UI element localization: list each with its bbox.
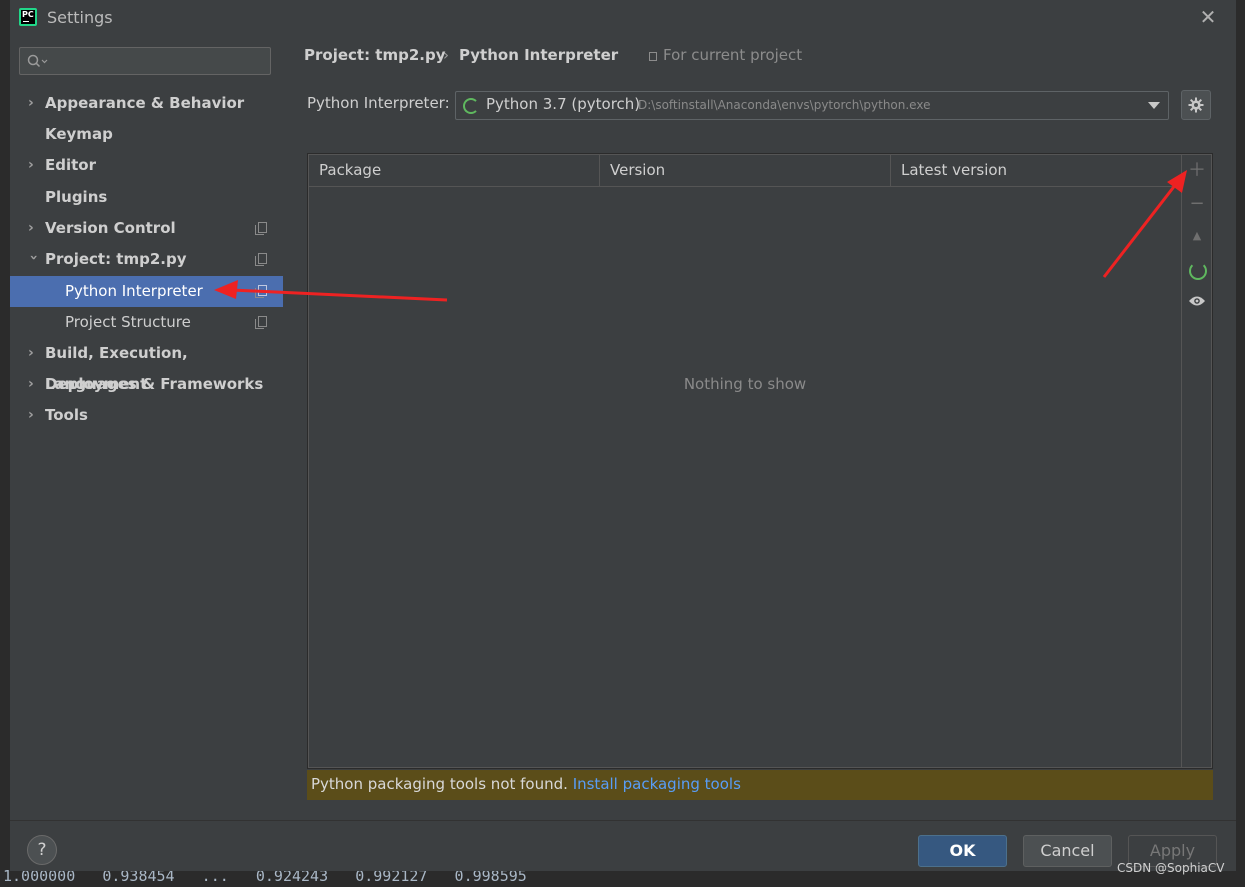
- refresh-spinner-icon[interactable]: [1189, 262, 1207, 280]
- project-scope-icon: [649, 52, 657, 61]
- sidebar-item-plugins[interactable]: Plugins: [10, 182, 283, 213]
- sidebar-item-keymap[interactable]: Keymap: [10, 119, 283, 150]
- search-icon: [27, 54, 48, 68]
- sidebar-item-project-structure[interactable]: Project Structure: [10, 307, 283, 338]
- sidebar-item-editor[interactable]: › Editor: [10, 150, 283, 181]
- warning-text: Python packaging tools not found. Instal…: [311, 775, 741, 793]
- window-title: Settings: [47, 8, 113, 27]
- sidebar-item-tools[interactable]: › Tools: [10, 400, 283, 431]
- sidebar-item-label: Appearance & Behavior: [45, 94, 245, 112]
- help-button[interactable]: ?: [27, 835, 57, 865]
- sidebar-item-languages-frameworks[interactable]: › Languages & Frameworks: [10, 369, 283, 400]
- chevron-right-icon: ›: [28, 220, 34, 236]
- sidebar-item-version-control[interactable]: › Version Control: [10, 213, 283, 244]
- chevron-right-icon: ›: [28, 407, 34, 423]
- sidebar-item-label: Tools: [45, 406, 88, 424]
- background-ide-bottom-edge: 1.000000 0.938454 ... 0.924243 0.992127 …: [0, 867, 1245, 887]
- breadcrumb-page: Python Interpreter: [459, 46, 619, 64]
- interpreter-name: Python 3.7 (pytorch): [486, 95, 641, 113]
- show-early-releases-button[interactable]: [1182, 287, 1212, 315]
- dropdown-arrow-icon: [1148, 102, 1160, 109]
- sidebar-item-appearance-behavior[interactable]: › Appearance & Behavior: [10, 88, 283, 119]
- packages-table[interactable]: Package Version Latest version Nothing t…: [308, 154, 1182, 768]
- sidebar-item-python-interpreter[interactable]: Python Interpreter: [10, 276, 283, 307]
- sidebar-item-label: Keymap: [45, 125, 113, 143]
- settings-main-panel: Project: tmp2.py › Python Interpreter Fo…: [283, 36, 1236, 820]
- packages-table-header: Package Version Latest version: [309, 155, 1181, 187]
- cancel-button[interactable]: Cancel: [1023, 835, 1112, 867]
- packaging-tools-warning: Python packaging tools not found. Instal…: [307, 770, 1213, 800]
- scope-note: For current project: [649, 46, 802, 64]
- watermark: CSDN @SophiaCV: [1117, 861, 1225, 875]
- title-bar: PC Settings ✕: [10, 0, 1236, 36]
- install-packaging-tools-link[interactable]: Install packaging tools: [573, 775, 741, 793]
- gear-icon: [1188, 97, 1204, 113]
- sidebar-item-label: Version Control: [45, 219, 176, 237]
- column-header-version[interactable]: Version: [600, 155, 891, 186]
- column-header-package[interactable]: Package: [309, 155, 600, 186]
- background-ide-right-edge: [1236, 0, 1245, 887]
- sidebar-item-label: Plugins: [45, 188, 108, 206]
- remove-package-button[interactable]: −: [1182, 190, 1212, 218]
- project-scope-icon: [255, 253, 267, 266]
- project-scope-icon: [255, 316, 267, 329]
- chevron-right-icon: ›: [28, 157, 34, 173]
- interpreter-path: D:\softinstall\Anaconda\envs\pytorch\pyt…: [638, 98, 931, 112]
- close-icon[interactable]: ✕: [1197, 6, 1219, 28]
- loading-spinner-icon: [463, 98, 479, 114]
- interpreter-dropdown[interactable]: Python 3.7 (pytorch) D:\softinstall\Anac…: [455, 91, 1169, 120]
- eye-icon: [1189, 296, 1205, 306]
- project-scope-icon: [255, 222, 267, 235]
- column-header-latest-version[interactable]: Latest version: [891, 155, 1181, 186]
- sidebar-item-label: Project: tmp2.py: [45, 250, 187, 268]
- search-input[interactable]: [19, 47, 271, 75]
- interpreter-settings-button[interactable]: [1181, 90, 1211, 120]
- sidebar-item-label: Languages & Frameworks: [45, 375, 264, 393]
- background-ide-left-edge: [0, 0, 10, 887]
- chevron-right-icon: ›: [28, 95, 34, 111]
- packages-toolbar: ＋ − ▲: [1182, 154, 1212, 768]
- empty-table-message: Nothing to show: [683, 375, 807, 393]
- interpreter-label: Python Interpreter:: [307, 94, 450, 112]
- packages-panel: Package Version Latest version Nothing t…: [307, 153, 1213, 769]
- ok-button[interactable]: OK: [918, 835, 1007, 867]
- settings-dialog: PC Settings ✕ › Appearance & Behavior Ke…: [10, 0, 1236, 871]
- pycharm-icon: PC: [19, 8, 37, 26]
- upgrade-package-button[interactable]: ▲: [1182, 222, 1212, 250]
- project-scope-icon: [255, 285, 267, 298]
- sidebar-item-label: Editor: [45, 156, 96, 174]
- dialog-footer: ? OK Cancel Apply: [10, 820, 1236, 871]
- chevron-down-icon: ›: [25, 254, 42, 261]
- chevron-right-icon: ›: [28, 376, 34, 392]
- sidebar-item-label: Python Interpreter: [65, 282, 203, 300]
- chevron-right-icon: ›: [28, 345, 34, 361]
- breadcrumb-separator: ›: [443, 46, 449, 64]
- sidebar-item-project[interactable]: › Project: tmp2.py: [10, 244, 283, 275]
- breadcrumb-project[interactable]: Project: tmp2.py: [304, 46, 445, 64]
- sidebar-item-build-execution-deployment[interactable]: › Build, Execution, Deployment: [10, 338, 283, 393]
- sidebar-item-label: Project Structure: [65, 313, 191, 331]
- settings-sidebar: › Appearance & Behavior Keymap › Editor …: [10, 36, 283, 820]
- add-package-button[interactable]: ＋: [1182, 157, 1212, 185]
